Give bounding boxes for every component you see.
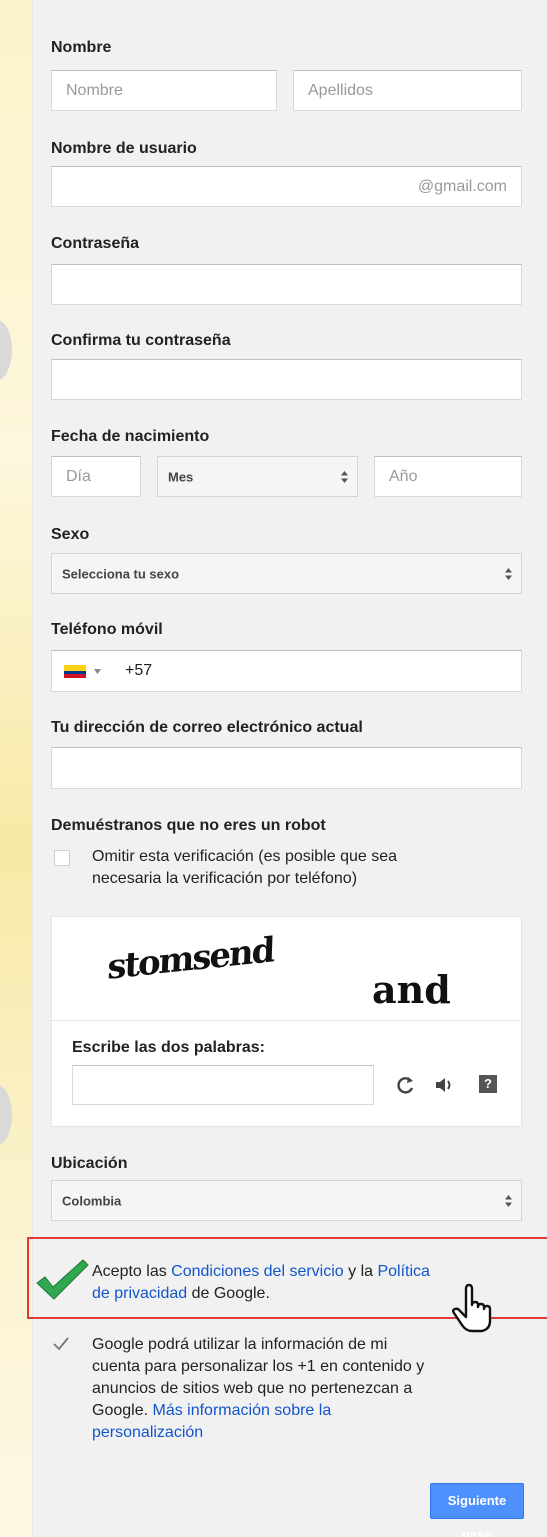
first-name-input[interactable]: Nombre bbox=[51, 70, 277, 111]
personalization-checkbox[interactable] bbox=[53, 1337, 69, 1351]
privacy-policy-link-continued[interactable]: de privacidad bbox=[92, 1285, 187, 1302]
captcha-input[interactable] bbox=[72, 1065, 374, 1105]
gender-select[interactable]: Selecciona tu sexo bbox=[51, 553, 522, 594]
background-shape bbox=[0, 320, 12, 380]
birth-day-input[interactable]: Día bbox=[51, 456, 141, 497]
updown-arrow-icon bbox=[505, 1194, 512, 1207]
next-step-button[interactable]: Siguiente paso bbox=[430, 1483, 524, 1537]
robot-check-heading: Demuéstranos que no eres un robot bbox=[51, 817, 326, 834]
gmail-suffix: @gmail.com bbox=[417, 177, 507, 195]
chevron-down-icon[interactable] bbox=[94, 669, 101, 674]
gender-label: Sexo bbox=[51, 526, 90, 543]
privacy-policy-link[interactable]: Política bbox=[377, 1263, 429, 1280]
refresh-icon[interactable] bbox=[396, 1075, 416, 1095]
hand-pointer-icon bbox=[452, 1283, 492, 1333]
personalization-line4: Google. Más información sobre la bbox=[92, 1400, 331, 1422]
updown-arrow-icon bbox=[505, 567, 512, 580]
password-label: Contraseña bbox=[51, 235, 140, 252]
background-shape bbox=[0, 1085, 12, 1145]
personalization-text: Google. bbox=[92, 1402, 153, 1419]
birth-month-select[interactable]: Mes bbox=[157, 456, 358, 497]
terms-text-3: de Google. bbox=[187, 1285, 270, 1302]
terms-text-1: Acepto las bbox=[92, 1263, 172, 1280]
gender-value: Selecciona tu sexo bbox=[62, 566, 180, 581]
updown-arrow-icon bbox=[341, 470, 348, 483]
captcha-word-2: and bbox=[372, 967, 451, 1012]
current-email-label: Tu dirección de correo electrónico actua… bbox=[51, 719, 363, 736]
location-label: Ubicación bbox=[51, 1155, 128, 1172]
captcha-word-1: stomsend bbox=[106, 930, 275, 988]
password-input[interactable] bbox=[51, 264, 522, 305]
personalization-line3: anuncios de sitios web que no pertenezca… bbox=[92, 1380, 413, 1397]
username-label: Nombre de usuario bbox=[51, 140, 197, 157]
personalization-line2: cuenta para personalizar los +1 en conte… bbox=[92, 1358, 425, 1375]
location-select[interactable]: Colombia bbox=[51, 1180, 522, 1221]
colombia-flag-icon[interactable] bbox=[64, 665, 86, 678]
captcha-divider bbox=[52, 1020, 521, 1021]
audio-icon[interactable] bbox=[434, 1076, 456, 1094]
confirm-password-label: Confirma tu contraseña bbox=[51, 332, 231, 349]
name-label: Nombre bbox=[51, 39, 112, 56]
phone-input[interactable]: +57 bbox=[51, 650, 522, 692]
confirm-password-input[interactable] bbox=[51, 359, 522, 400]
birth-year-placeholder: Año bbox=[389, 467, 418, 485]
current-email-input[interactable] bbox=[51, 747, 522, 789]
terms-line2: de privacidad de Google. bbox=[92, 1283, 270, 1305]
more-info-link-continued[interactable]: personalización bbox=[92, 1422, 203, 1444]
personalization-line1: Google podrá utilizar la información de … bbox=[92, 1336, 388, 1353]
help-icon[interactable]: ? bbox=[479, 1075, 497, 1093]
last-name-placeholder: Apellidos bbox=[308, 81, 373, 99]
green-check-icon[interactable] bbox=[35, 1257, 90, 1301]
terms-of-service-link[interactable]: Condiciones del servicio bbox=[171, 1263, 344, 1280]
country-code: +57 bbox=[125, 662, 153, 679]
more-info-link[interactable]: Más información sobre la bbox=[152, 1402, 331, 1419]
captcha-instruction: Escribe las dos palabras: bbox=[72, 1039, 265, 1056]
terms-text-2: y la bbox=[343, 1263, 378, 1280]
terms-line1: Acepto las Condiciones del servicio y la… bbox=[92, 1261, 430, 1283]
skip-verification-checkbox[interactable] bbox=[54, 850, 70, 866]
skip-verification-line2: necesaria la verificación por teléfono) bbox=[92, 870, 358, 887]
birthdate-label: Fecha de nacimiento bbox=[51, 428, 210, 445]
location-value: Colombia bbox=[62, 1193, 122, 1208]
phone-label: Teléfono móvil bbox=[51, 621, 163, 638]
birth-month-value: Mes bbox=[168, 469, 194, 484]
username-input[interactable]: @gmail.com bbox=[51, 166, 522, 207]
birth-year-input[interactable]: Año bbox=[374, 456, 522, 497]
birth-day-placeholder: Día bbox=[66, 467, 91, 485]
captcha-box: stomsend and Escribe las dos palabras: ? bbox=[51, 916, 522, 1127]
first-name-placeholder: Nombre bbox=[66, 81, 123, 99]
last-name-input[interactable]: Apellidos bbox=[293, 70, 522, 111]
skip-verification-line1: Omitir esta verificación (es posible que… bbox=[92, 848, 398, 865]
